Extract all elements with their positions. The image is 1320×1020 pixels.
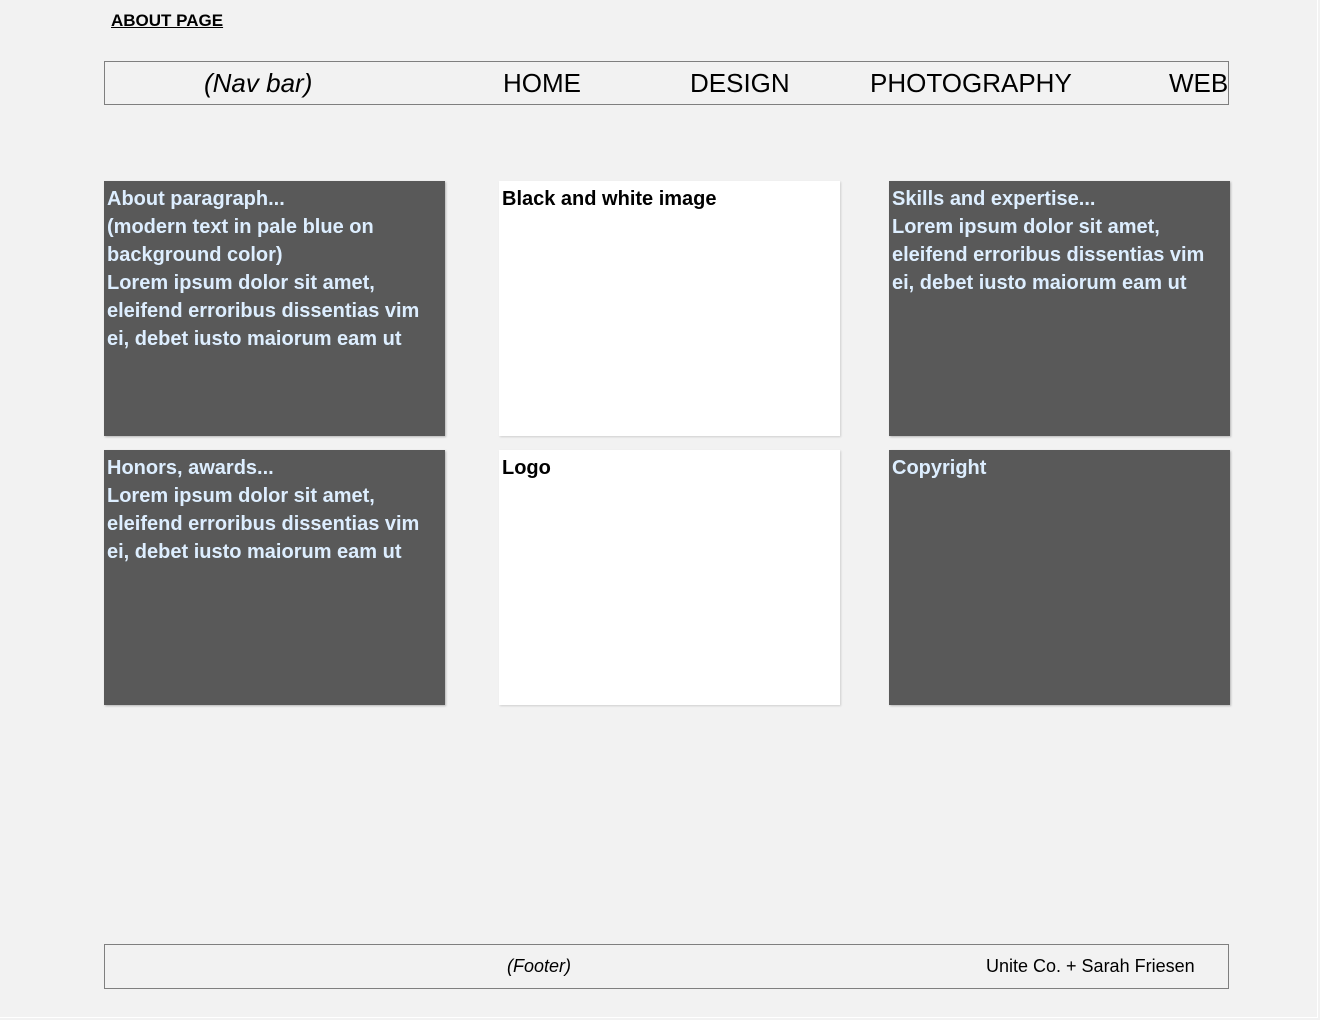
image-placeholder-label: Black and white image: [502, 188, 717, 210]
nav-bar: (Nav bar) HOME DESIGN PHOTOGRAPHY WEB: [104, 61, 1229, 105]
image-placeholder: Black and white image: [499, 181, 840, 436]
nav-bar-label: (Nav bar): [204, 68, 313, 98]
copyright-text: Copyright: [892, 457, 987, 479]
logo-placeholder-label: Logo: [502, 457, 551, 479]
footer-label: (Footer): [507, 956, 572, 976]
footer-credit: Unite Co. + Sarah Friesen: [986, 956, 1195, 976]
honors-panel: Honors, awards... Lorem ipsum dolor sit …: [104, 450, 445, 705]
footer: (Footer) Unite Co. + Sarah Friesen: [104, 944, 1229, 989]
copyright-panel: Copyright: [889, 450, 1230, 705]
nav-item-web[interactable]: WEB: [1169, 68, 1228, 99]
honors-text: Honors, awards... Lorem ipsum dolor sit …: [107, 457, 420, 563]
nav-item-home[interactable]: HOME: [503, 68, 581, 99]
about-text: About paragraph... (modern text in pale …: [107, 188, 420, 350]
skills-text: Skills and expertise... Lorem ipsum dolo…: [892, 188, 1205, 294]
nav-item-photography[interactable]: PHOTOGRAPHY: [870, 68, 1072, 99]
skills-panel: Skills and expertise... Lorem ipsum dolo…: [889, 181, 1230, 436]
logo-placeholder: Logo: [499, 450, 840, 705]
about-panel: About paragraph... (modern text in pale …: [104, 181, 445, 436]
nav-item-design[interactable]: DESIGN: [690, 68, 790, 99]
page-title: ABOUT PAGE: [111, 11, 224, 30]
